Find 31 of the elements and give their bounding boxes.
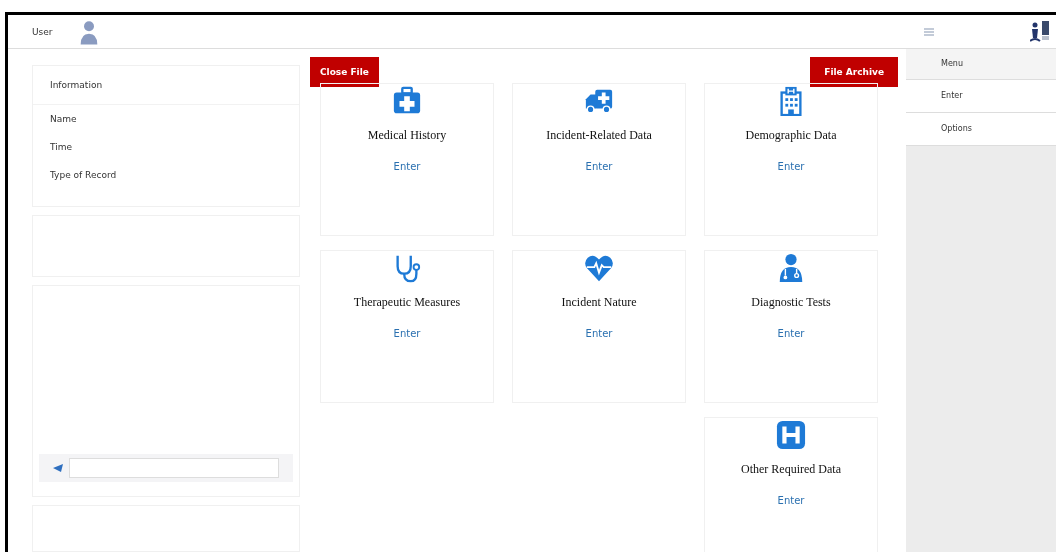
panel-title: Information: [33, 66, 299, 105]
enter-link[interactable]: Enter: [777, 495, 805, 506]
menu-item[interactable]: Options: [906, 113, 1056, 146]
card-title: Diagnostic Tests: [751, 295, 831, 310]
enter-link[interactable]: Enter: [777, 161, 805, 172]
menu-icon[interactable]: [924, 27, 934, 36]
user-label: User: [32, 26, 53, 37]
menu-item[interactable]: Enter: [906, 80, 1056, 113]
menu-heading: Menu: [906, 49, 1056, 80]
file-archive-button[interactable]: File Archive: [810, 57, 898, 87]
card-title: Demographic Data: [745, 128, 837, 143]
message-input-field[interactable]: [69, 458, 279, 478]
field-label: Type of Record: [49, 169, 118, 182]
card-title: Incident-Related Data: [546, 128, 652, 143]
enter-link[interactable]: Enter: [585, 328, 613, 339]
hospital-sign-icon: [776, 420, 806, 450]
send-icon[interactable]: [53, 464, 63, 472]
close-file-button[interactable]: Close File: [310, 57, 379, 87]
card-title: Therapeutic Measures: [353, 295, 461, 310]
enter-link[interactable]: Enter: [393, 161, 421, 172]
enter-link[interactable]: Enter: [393, 328, 421, 339]
card-title: Other Required Data: [741, 462, 841, 477]
enter-link[interactable]: Enter: [777, 328, 805, 339]
field-label: Time: [49, 141, 74, 154]
enter-link[interactable]: Enter: [585, 161, 613, 172]
medical-kit-icon: [392, 86, 422, 116]
card-title: Incident Nature: [561, 295, 637, 310]
heartbeat-icon: [584, 253, 614, 283]
field-label: Name: [49, 113, 78, 126]
user-avatar-icon: [78, 18, 99, 45]
card-title: Medical History: [367, 128, 447, 143]
